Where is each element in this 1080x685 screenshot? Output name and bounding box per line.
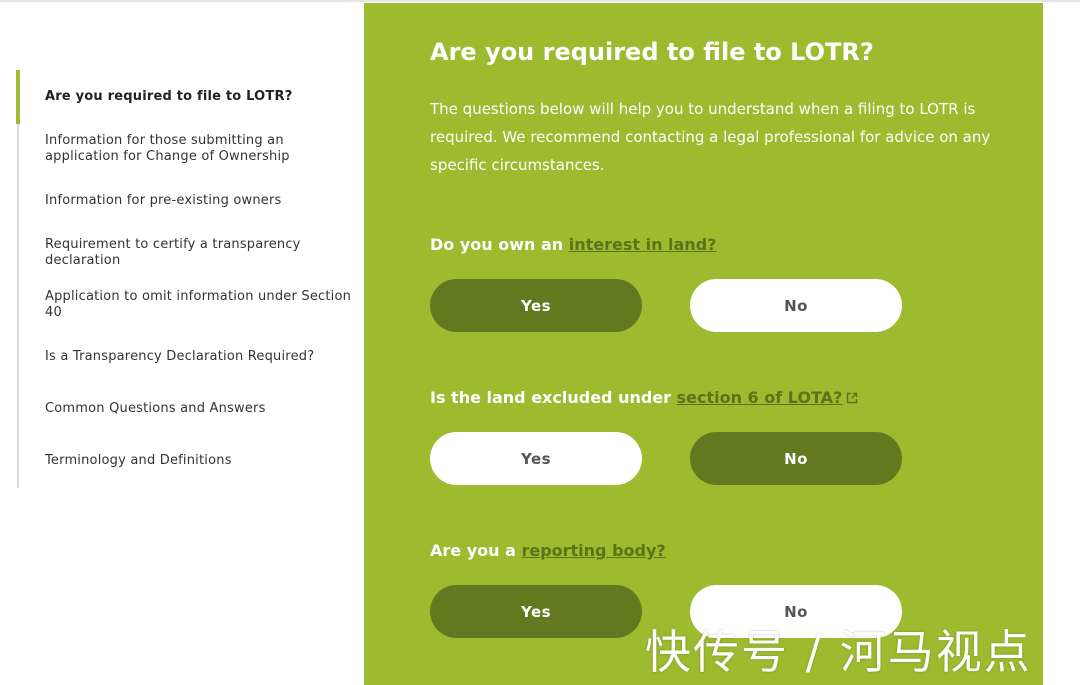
interest-in-land-link[interactable]: interest in land? (569, 235, 717, 254)
question-reporting-body: Are you a reporting body? (430, 540, 666, 562)
sidebar-item-omit-information[interactable]: Application to omit information under Se… (45, 289, 355, 321)
sidebar-item-change-of-ownership[interactable]: Information for those submitting an appl… (45, 133, 355, 165)
question-text: Are you a (430, 541, 522, 560)
q3-yes-button[interactable]: Yes (430, 585, 642, 638)
sidebar-item-required-to-file[interactable]: Are you required to file to LOTR? (45, 89, 355, 105)
sidebar-active-indicator (16, 70, 20, 124)
sidebar-item-pre-existing-owners[interactable]: Information for pre-existing owners (45, 193, 355, 209)
questionnaire-panel: Are you required to file to LOTR? The qu… (364, 3, 1043, 685)
q2-no-button[interactable]: No (690, 432, 902, 485)
q1-no-button[interactable]: No (690, 279, 902, 332)
sidebar-item-terminology[interactable]: Terminology and Definitions (45, 453, 355, 469)
external-link-icon (846, 388, 858, 410)
question-land-excluded: Is the land excluded under section 6 of … (430, 387, 858, 410)
question-text: Is the land excluded under (430, 388, 677, 407)
q2-yes-button[interactable]: Yes (430, 432, 642, 485)
section-6-lota-link[interactable]: section 6 of LOTA? (677, 388, 843, 407)
page-title: Are you required to file to LOTR? (430, 38, 874, 66)
q1-yes-button[interactable]: Yes (430, 279, 642, 332)
sidebar-item-transparency-declaration[interactable]: Requirement to certify a transparency de… (45, 237, 355, 269)
sidebar-item-common-questions[interactable]: Common Questions and Answers (45, 401, 355, 417)
sidebar-nav: Are you required to file to LOTR? Inform… (0, 0, 364, 685)
sidebar-rail (17, 70, 19, 488)
intro-text: The questions below will help you to und… (430, 100, 991, 174)
question-interest-in-land: Do you own an interest in land? (430, 234, 716, 256)
question-text: Do you own an (430, 235, 569, 254)
sidebar-item-declaration-required[interactable]: Is a Transparency Declaration Required? (45, 349, 355, 365)
reporting-body-link[interactable]: reporting body? (521, 541, 665, 560)
watermark-text: 快传号 / 河马视点 (645, 625, 1032, 679)
